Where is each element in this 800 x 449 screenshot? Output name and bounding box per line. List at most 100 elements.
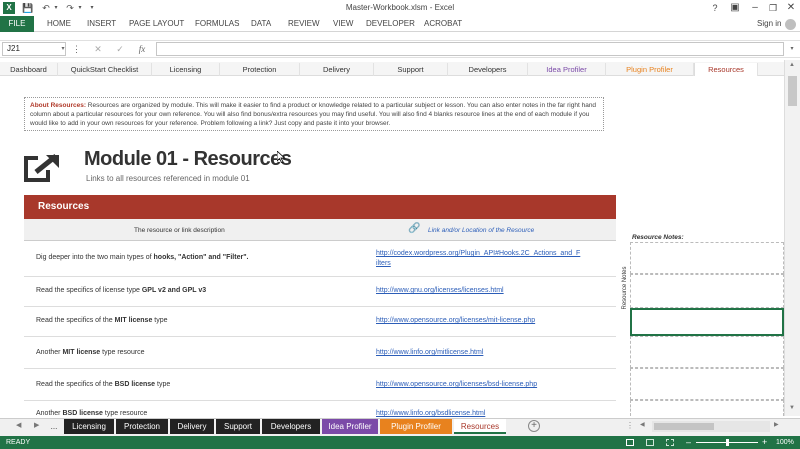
- resources-header: Resources: [24, 195, 616, 219]
- module-title: Module 01 - Resources: [84, 148, 292, 170]
- sheet-tab-protection[interactable]: Protection: [116, 419, 168, 434]
- confirm-entry-icon[interactable]: ✓: [114, 43, 126, 55]
- status-bar: READY – + 100%: [0, 436, 800, 449]
- nav-plugin-profiler[interactable]: Plugin Profiler: [606, 63, 694, 76]
- zoom-level[interactable]: 100%: [776, 436, 794, 449]
- row-desc-end: type: [152, 317, 168, 324]
- insert-function-icon[interactable]: fx: [136, 43, 148, 55]
- note-cell[interactable]: [630, 274, 784, 308]
- row-desc: Another: [36, 349, 63, 356]
- tab-split-icon[interactable]: ⋮: [626, 421, 634, 430]
- sheet-tab-more[interactable]: ...: [46, 419, 62, 434]
- sheet-tab-resources[interactable]: Resources: [454, 419, 506, 434]
- new-sheet-icon[interactable]: +: [528, 420, 540, 432]
- nav-support[interactable]: Support: [374, 63, 448, 76]
- zoom-slider-thumb[interactable]: [726, 439, 729, 446]
- row-desc: Another: [36, 410, 63, 417]
- table-row: Another BSD license type resource http:/…: [24, 401, 616, 417]
- tab-home[interactable]: HOME: [47, 16, 71, 32]
- zoom-out-icon[interactable]: –: [686, 436, 691, 449]
- nav-dashboard[interactable]: Dashboard: [0, 63, 58, 76]
- drag-handle-icon[interactable]: ⋮: [72, 43, 81, 55]
- note-cell-selected[interactable]: [630, 308, 784, 336]
- minimize-icon[interactable]: –: [746, 1, 764, 15]
- sheet-tab-plugin-profiler[interactable]: Plugin Profiler: [380, 419, 452, 434]
- help-icon[interactable]: ?: [706, 1, 724, 15]
- tab-data[interactable]: DATA: [251, 16, 271, 32]
- page-break-view-icon[interactable]: [666, 439, 674, 446]
- resource-notes-label: Resource Notes:: [632, 234, 684, 241]
- cancel-entry-icon[interactable]: ✕: [92, 43, 104, 55]
- row-desc: Dig deeper into the two main types of: [36, 254, 154, 261]
- user-avatar-icon[interactable]: [785, 19, 796, 30]
- page-layout-view-icon[interactable]: [646, 439, 654, 446]
- tab-acrobat[interactable]: ACROBAT: [424, 16, 462, 32]
- nav-protection[interactable]: Protection: [220, 63, 300, 76]
- resource-link[interactable]: http://www.gnu.org/licenses/licenses.htm…: [376, 287, 504, 294]
- restore-icon[interactable]: ❐: [764, 1, 782, 15]
- file-tab[interactable]: FILE: [0, 16, 34, 32]
- horizontal-scroll-thumb[interactable]: [654, 423, 714, 430]
- normal-view-icon[interactable]: [626, 439, 634, 446]
- note-cell[interactable]: [630, 336, 784, 368]
- nav-developers[interactable]: Developers: [448, 63, 528, 76]
- excel-window: X 💾 ↶ ▾ ↷ ▾ ▾ Master-Workbook.xlsm - Exc…: [0, 0, 800, 449]
- note-cell[interactable]: [630, 400, 784, 416]
- scroll-thumb[interactable]: [788, 76, 797, 106]
- nav-delivery[interactable]: Delivery: [300, 63, 374, 76]
- table-row: Read the specifics of license type GPL v…: [24, 277, 616, 307]
- sheet-tab-delivery[interactable]: Delivery: [170, 419, 214, 434]
- scroll-up-icon[interactable]: ▲: [789, 62, 795, 68]
- formula-input[interactable]: [156, 42, 784, 56]
- expand-formula-bar-icon[interactable]: ▾: [786, 43, 798, 55]
- sign-in-link[interactable]: Sign in: [757, 16, 781, 32]
- scroll-tabs-left-icon[interactable]: ◀: [16, 421, 21, 429]
- horizontal-scroll-left-icon[interactable]: ◀: [640, 421, 645, 428]
- vertical-scrollbar[interactable]: ▲ ▼: [784, 60, 800, 416]
- tab-view[interactable]: VIEW: [333, 16, 353, 32]
- scroll-tabs-right-icon[interactable]: ▶: [34, 421, 39, 429]
- scroll-down-icon[interactable]: ▼: [789, 405, 795, 411]
- row-desc-end: type resource: [102, 410, 148, 417]
- row-desc: Read the specifics of the: [36, 381, 115, 388]
- row-desc-end: type: [155, 381, 171, 388]
- nav-licensing[interactable]: Licensing: [152, 63, 220, 76]
- tab-formulas[interactable]: FORMULAS: [195, 16, 239, 32]
- resource-link[interactable]: http://www.linfo.org/mitlicense.html: [376, 349, 483, 356]
- chain-link-icon: 🔗: [408, 223, 421, 234]
- resources-column-header: The resource or link description 🔗 Link …: [24, 219, 616, 241]
- window-title: Master-Workbook.xlsm - Excel: [345, 3, 455, 12]
- about-text: Resources are organized by module. This …: [30, 102, 597, 127]
- tab-developer[interactable]: DEVELOPER: [366, 16, 415, 32]
- sheet-tab-developers[interactable]: Developers: [262, 419, 320, 434]
- row-desc-bold: MIT license: [114, 317, 153, 324]
- mouse-cursor-icon: [277, 151, 285, 163]
- row-desc-bold: BSD license: [114, 381, 156, 388]
- tab-page-layout[interactable]: PAGE LAYOUT: [129, 16, 184, 32]
- name-box-dropdown-icon[interactable]: ▾: [57, 43, 69, 55]
- zoom-in-icon[interactable]: +: [762, 436, 767, 449]
- resource-link[interactable]: http://www.opensource.org/licenses/mit-l…: [376, 317, 535, 324]
- horizontal-scrollbar[interactable]: [652, 421, 770, 432]
- nav-idea-profiler[interactable]: Idea Profiler: [528, 63, 606, 76]
- tab-review[interactable]: REVIEW: [288, 16, 320, 32]
- ribbon-display-icon[interactable]: ▣: [726, 1, 744, 15]
- sheet-tab-licensing[interactable]: Licensing: [64, 419, 114, 434]
- sheet-tab-support[interactable]: Support: [216, 419, 260, 434]
- resource-link-cont[interactable]: ilters: [376, 260, 391, 267]
- horizontal-scroll-right-icon[interactable]: ▶: [774, 421, 779, 428]
- sheet-tab-idea-profiler[interactable]: Idea Profiler: [322, 419, 378, 434]
- nav-resources[interactable]: Resources: [694, 63, 758, 76]
- note-cell[interactable]: [630, 242, 784, 274]
- resource-link[interactable]: http://codex.wordpress.org/Plugin_API#Ho…: [376, 250, 580, 257]
- tab-insert[interactable]: INSERT: [87, 16, 116, 32]
- row-desc-bold: GPL v2 and GPL v3: [141, 287, 207, 294]
- resource-link[interactable]: http://www.linfo.org/bsdlicense.html: [376, 410, 485, 417]
- row-desc-bold: hooks, "Action" and "Filter".: [153, 254, 249, 261]
- row-desc-end: type resource: [100, 349, 145, 356]
- nav-quickstart-checklist[interactable]: QuickStart Checklist: [58, 63, 152, 76]
- close-icon[interactable]: ✕: [782, 1, 800, 15]
- resource-link[interactable]: http://www.opensource.org/licenses/bsd-l…: [376, 381, 537, 388]
- title-bar: X 💾 ↶ ▾ ↷ ▾ ▾ Master-Workbook.xlsm - Exc…: [0, 0, 800, 16]
- note-cell[interactable]: [630, 368, 784, 400]
